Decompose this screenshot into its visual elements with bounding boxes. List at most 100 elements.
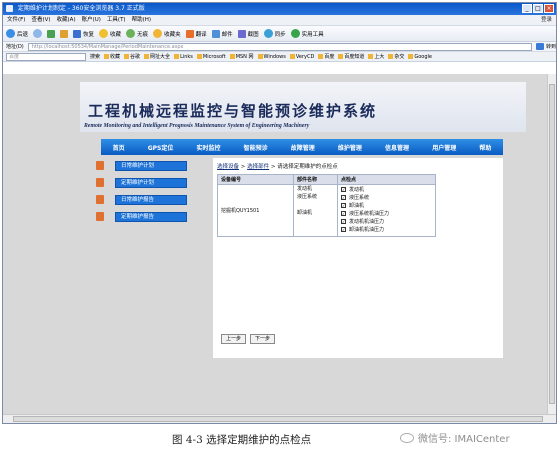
part-name: 液压系统 xyxy=(297,194,318,200)
refresh-button[interactable] xyxy=(47,29,56,38)
nav-help[interactable]: 帮助 xyxy=(479,143,491,152)
forward-button[interactable] xyxy=(33,29,43,38)
sidebar-item-daily-report[interactable]: 日常维护报告 xyxy=(96,194,191,205)
header-device-id: 设备编号 xyxy=(217,174,294,185)
fav-item[interactable]: 网址大全 xyxy=(144,53,170,60)
sidebar: 日常维护计划 定期维护计划 日常维护报告 定期维护报告 xyxy=(96,160,191,228)
maximize-button[interactable]: □ xyxy=(533,4,543,13)
nav-prognosis[interactable]: 智能预诊 xyxy=(244,143,268,152)
go-arrow-icon[interactable] xyxy=(535,43,544,50)
checkpoint-item[interactable]: ✓ 卸油机机油压力 xyxy=(341,225,432,233)
menu-help[interactable]: 帮助(H) xyxy=(132,15,151,25)
step-buttons: 上一步 下一步 xyxy=(221,334,276,344)
mail-button[interactable]: 邮件 xyxy=(211,29,233,38)
translate-button[interactable]: 翻译 xyxy=(185,29,207,38)
checkbox-checked-icon[interactable]: ✓ xyxy=(341,218,346,224)
menu-account[interactable]: 账户(U) xyxy=(82,15,101,25)
back-button[interactable]: 后退 xyxy=(6,29,28,38)
menu-file[interactable]: 文件(F) xyxy=(7,15,25,25)
breadcrumb-select-part[interactable]: 选择部件 xyxy=(247,164,269,170)
prev-step-button[interactable]: 上一步 xyxy=(221,334,247,344)
search-button[interactable]: 搜索 xyxy=(90,53,100,60)
favorites-menu-button[interactable]: 收藏夹 xyxy=(153,29,181,38)
login-link[interactable]: 登录 xyxy=(541,15,552,26)
fav-item[interactable]: Google xyxy=(408,54,432,60)
checkbox-checked-icon[interactable]: ✓ xyxy=(341,202,346,208)
vertical-scrollbar[interactable] xyxy=(547,74,556,414)
nav-home[interactable]: 首页 xyxy=(113,143,125,152)
horizontal-scrollbar[interactable] xyxy=(3,414,556,423)
menu-view[interactable]: 查看(V) xyxy=(31,15,50,25)
checkpoint-item[interactable]: ✓ 液压系统 xyxy=(341,193,432,201)
menu-tools[interactable]: 工具(T) xyxy=(107,15,126,25)
browser-icon xyxy=(6,5,13,12)
sidebar-item-daily-plan[interactable]: 日常维护计划 xyxy=(96,160,191,171)
checkpoint-item[interactable]: ✓ 发动机机油压力 xyxy=(341,217,432,225)
search-input[interactable]: 百度 xyxy=(6,52,86,61)
tools-button[interactable]: 实用工具 xyxy=(290,29,324,38)
fav-item[interactable]: Links xyxy=(174,54,193,60)
sync-button[interactable]: 同步 xyxy=(263,29,286,38)
minimize-button[interactable]: _ xyxy=(522,4,532,13)
app-title: 工程机械远程监控与智能预诊维护系统 xyxy=(88,102,378,120)
nav-monitor[interactable]: 实时监控 xyxy=(196,143,220,152)
incognito-button[interactable]: 无痕 xyxy=(126,29,148,38)
web-content: 工程机械远程监控与智能预诊维护系统 Remote Monitoring and … xyxy=(3,74,548,414)
fav-item[interactable]: Microsoft xyxy=(197,54,226,60)
url-input[interactable]: http://localhost:50534/MainManage/Period… xyxy=(27,42,532,51)
screenshot-button[interactable]: 截图 xyxy=(237,29,259,38)
app-subtitle: Remote Monitoring and Intelligent Progno… xyxy=(84,123,310,129)
checkbox-checked-icon[interactable]: ✓ xyxy=(341,194,346,200)
fav-item[interactable]: 收藏 xyxy=(104,53,120,60)
browser-toolbar: 后退 恢复 收藏 无痕 收藏夹 翻译 邮件 截图 同步 实用工具 xyxy=(3,26,556,42)
checkpoint-item[interactable]: ✓ 卸油机 xyxy=(341,201,432,209)
tools-icon xyxy=(290,29,300,38)
sidebar-item-label[interactable]: 日常维护计划 xyxy=(115,160,187,171)
mask-icon xyxy=(126,29,136,38)
refresh-icon xyxy=(47,29,56,38)
checkbox-checked-icon[interactable]: ✓ xyxy=(341,226,346,232)
home-button[interactable] xyxy=(60,29,69,38)
fav-item[interactable]: Windows xyxy=(258,54,286,60)
sidebar-item-periodic-report[interactable]: 定期维护报告 xyxy=(96,211,191,222)
sync-icon xyxy=(263,29,273,38)
horizontal-scroll-thumb[interactable] xyxy=(13,416,543,422)
header-part-name: 部件名称 xyxy=(293,174,338,185)
fav-item[interactable]: 上大 xyxy=(368,53,384,60)
sidebar-item-label[interactable]: 定期维护计划 xyxy=(115,177,187,188)
part-name-cell: 发动机 液压系统 卸油机 xyxy=(293,184,338,237)
favorite-button[interactable]: 收藏 xyxy=(99,29,121,38)
menu-favorites[interactable]: 收藏(A) xyxy=(57,15,76,25)
vertical-scroll-thumb[interactable] xyxy=(549,84,555,404)
fav-item[interactable]: 杂交 xyxy=(388,53,404,60)
checkpoint-table: 设备编号 部件名称 点检点 挖掘机QUY1501 发动机 液压系统 卸油机 ✓ … xyxy=(217,174,436,237)
sidebar-item-label[interactable]: 日常维护报告 xyxy=(115,194,187,205)
breadcrumb-select-device[interactable]: 选择设备 xyxy=(217,164,239,170)
checkpoint-cell: ✓ 发动机 ✓ 液压系统 ✓ 卸油机 ✓ 液压系统机油压力 ✓ 发动机机油压力 ✓ 卸油机机… xyxy=(337,184,436,237)
fav-item[interactable]: MSN 网 xyxy=(230,53,254,60)
address-bar: 地址(D) http://localhost:50534/MainManage/… xyxy=(3,42,556,52)
browser-window: 定期维护计划制定 - 360安全浏览器 3.7 正式版 _ □ × 文件(F) … xyxy=(2,2,557,424)
restore-button[interactable]: 恢复 xyxy=(73,29,94,38)
checkpoint-item[interactable]: ✓ 发动机 xyxy=(341,185,432,193)
nav-maintenance[interactable]: 维护管理 xyxy=(338,143,362,152)
fav-item[interactable]: 百度知道 xyxy=(338,53,364,60)
sidebar-item-label[interactable]: 定期维护报告 xyxy=(115,211,187,222)
part-name: 发动机 xyxy=(297,186,313,192)
book-icon xyxy=(96,195,104,204)
sidebar-item-periodic-plan[interactable]: 定期维护计划 xyxy=(96,177,191,188)
nav-info[interactable]: 信息管理 xyxy=(385,143,409,152)
fav-item[interactable]: 谷歌 xyxy=(124,53,140,60)
close-button[interactable]: × xyxy=(544,4,554,13)
fav-item[interactable]: 百度 xyxy=(318,53,334,60)
checkbox-checked-icon[interactable]: ✓ xyxy=(341,210,346,216)
go-button[interactable]: 转到 xyxy=(546,43,556,50)
next-step-button[interactable]: 下一步 xyxy=(250,334,276,344)
fav-item[interactable]: VeryCD xyxy=(290,54,314,60)
nav-fault[interactable]: 故障管理 xyxy=(291,143,315,152)
checkbox-checked-icon[interactable]: ✓ xyxy=(341,186,346,192)
nav-users[interactable]: 用户管理 xyxy=(432,143,456,152)
translate-icon xyxy=(185,29,194,38)
nav-gps[interactable]: GPS定位 xyxy=(148,143,174,152)
checkpoint-item[interactable]: ✓ 液压系统机油压力 xyxy=(341,209,432,217)
